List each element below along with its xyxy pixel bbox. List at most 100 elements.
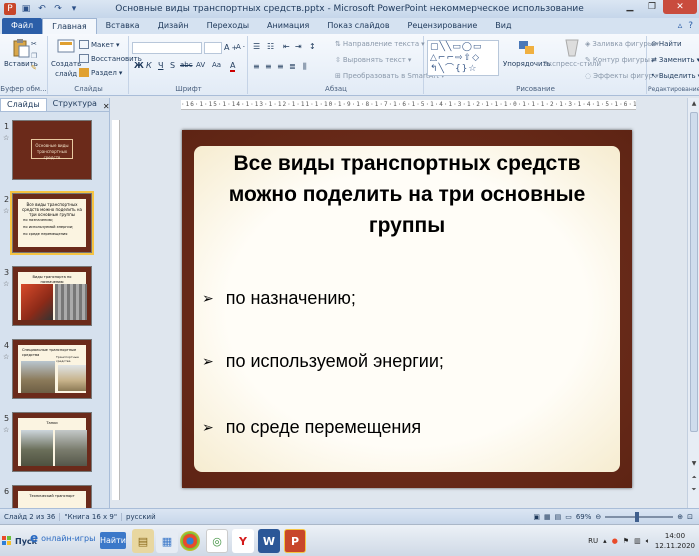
- maximize-button[interactable]: ❐: [641, 0, 663, 14]
- increase-indent-icon[interactable]: ⇥: [295, 42, 302, 51]
- text-direction-button[interactable]: ⇅ Направление текста ▾: [335, 40, 425, 48]
- language-indicator[interactable]: RU: [588, 537, 598, 545]
- align-text-button[interactable]: ⇳ Выровнять текст ▾: [335, 56, 411, 64]
- volume-icon[interactable]: 🔈︎: [646, 537, 650, 546]
- new-slide-button[interactable]: Создать слайд: [51, 38, 81, 78]
- scroll-down-icon[interactable]: ▼: [688, 460, 699, 467]
- columns-icon[interactable]: ⫼: [303, 62, 307, 72]
- close-panel-icon[interactable]: ✕: [103, 102, 114, 111]
- numbering-icon[interactable]: ☷: [267, 42, 274, 51]
- reading-view-icon[interactable]: ▤: [555, 513, 562, 521]
- slide-sorter-icon[interactable]: ▦: [544, 513, 551, 521]
- align-center-icon[interactable]: ≡: [265, 62, 272, 71]
- align-left-icon[interactable]: ≡: [253, 62, 260, 71]
- next-slide-icon[interactable]: ⏷: [688, 486, 699, 494]
- cut-icon[interactable]: ✂: [31, 40, 37, 48]
- zoom-in-icon[interactable]: ⊕: [677, 513, 683, 521]
- fit-slide-icon[interactable]: ⊡: [687, 513, 693, 521]
- scroll-up-icon[interactable]: ▲: [688, 100, 699, 107]
- green-app-icon[interactable]: ◎: [206, 529, 228, 553]
- zoom-slider-knob[interactable]: [635, 511, 640, 522]
- tray-expand-icon[interactable]: ▴: [603, 537, 607, 545]
- normal-view-icon[interactable]: ▣: [533, 513, 540, 521]
- align-right-icon[interactable]: ≡: [277, 62, 284, 71]
- select-button[interactable]: ↖Выделить▾: [651, 72, 699, 80]
- slideshow-icon[interactable]: ▭: [565, 513, 572, 521]
- slide-thumbnail-3[interactable]: Виды транспорта по назначению: [12, 266, 92, 326]
- replace-button[interactable]: ⇄ Заменить ▾: [651, 56, 699, 64]
- line-spacing-icon[interactable]: ↕: [309, 42, 316, 51]
- calculator-icon[interactable]: ▦: [156, 529, 178, 553]
- explorer-icon[interactable]: ▤: [132, 529, 154, 553]
- font-name-box[interactable]: [132, 42, 202, 54]
- shape-outline-button[interactable]: ✎ Контур фигуры ▾: [585, 56, 655, 64]
- network-icon[interactable]: ▥: [634, 537, 641, 545]
- redo-icon[interactable]: ↷: [52, 3, 64, 15]
- scrollbar-thumb[interactable]: [690, 112, 698, 432]
- zoom-slider[interactable]: [605, 511, 674, 522]
- shadow-button[interactable]: S: [170, 61, 175, 70]
- decrease-indent-icon[interactable]: ⇤: [283, 42, 290, 51]
- zoom-out-icon[interactable]: ⊖: [595, 513, 601, 521]
- undo-icon[interactable]: ↶: [36, 3, 48, 15]
- language-indicator[interactable]: русский: [122, 513, 160, 521]
- word-icon[interactable]: W: [258, 529, 280, 553]
- strikethrough-button[interactable]: abc: [180, 61, 193, 69]
- zoom-level[interactable]: 69%: [576, 513, 592, 521]
- search-box[interactable]: e онлайн-игры: [30, 531, 95, 545]
- tab-design[interactable]: Дизайн: [149, 18, 198, 34]
- vertical-scrollbar[interactable]: ▲ ▼ ⏶ ⏷: [687, 98, 699, 508]
- slide-bullet[interactable]: ➢ по используемой энергии;: [202, 351, 444, 372]
- minimize-button[interactable]: ▁: [619, 0, 641, 14]
- italic-button[interactable]: К: [146, 61, 152, 70]
- shrink-font-icon[interactable]: A-: [236, 43, 245, 51]
- chrome-icon[interactable]: [180, 531, 200, 551]
- slide-title[interactable]: Все виды транспортных средств можно поде…: [202, 148, 612, 241]
- char-spacing-button[interactable]: AV: [196, 61, 205, 69]
- underline-button[interactable]: Ч: [158, 61, 163, 70]
- bold-button[interactable]: Ж: [134, 61, 144, 70]
- justify-icon[interactable]: ≣: [289, 62, 296, 71]
- yandex-tray-icon[interactable]: ●: [612, 537, 618, 545]
- slide-thumbnail-5[interactable]: Танки: [12, 412, 92, 472]
- tab-view[interactable]: Вид: [486, 18, 520, 34]
- tab-transitions[interactable]: Переходы: [198, 18, 258, 34]
- tab-home[interactable]: Главная: [42, 18, 97, 34]
- flag-icon[interactable]: ⚑: [623, 537, 629, 545]
- change-case-button[interactable]: Aa: [212, 61, 221, 69]
- slide-thumbnail-6[interactable]: Технический транспорт: [12, 485, 92, 508]
- tab-slideshow[interactable]: Показ слайдов: [318, 18, 398, 34]
- slide-thumbnail-1[interactable]: Основные виды транспортных средств: [12, 120, 92, 180]
- font-color-button[interactable]: A: [230, 61, 236, 72]
- tab-review[interactable]: Рецензирование: [399, 18, 487, 34]
- shapes-gallery[interactable]: ▢╲╲▭◯▭ △⌐⌐⇨⇧◇ ↰╲⌒{}☆: [427, 40, 499, 76]
- tab-animation[interactable]: Анимация: [258, 18, 318, 34]
- slide-thumbnail-4[interactable]: Специальные транспортные средства Трансп…: [12, 339, 92, 399]
- slide-bullet[interactable]: ➢ по среде перемещения: [202, 417, 421, 438]
- customize-qat-icon[interactable]: ▾: [68, 3, 80, 15]
- tab-slides[interactable]: Слайды: [0, 98, 47, 111]
- find-button[interactable]: ⊚ Найти: [651, 40, 682, 48]
- collapse-ribbon-icon[interactable]: ▵: [678, 21, 683, 31]
- previous-slide-icon[interactable]: ⏶: [688, 474, 699, 482]
- save-icon[interactable]: ▣: [20, 3, 32, 15]
- yandex-browser-icon[interactable]: Y: [232, 529, 254, 553]
- format-painter-icon[interactable]: ✎: [31, 64, 37, 72]
- bullets-icon[interactable]: ☰: [253, 42, 260, 51]
- layout-button[interactable]: Макет ▾: [79, 40, 119, 49]
- slide-canvas[interactable]: Все виды транспортных средств можно поде…: [182, 130, 632, 488]
- tab-outline[interactable]: Структура: [47, 98, 103, 111]
- tab-insert[interactable]: Вставка: [97, 18, 149, 34]
- horizontal-ruler[interactable]: ·16·1·15·1·14·1·13·1·12·1·11·1·10·1·9·1·…: [181, 100, 636, 110]
- search-button[interactable]: Найти: [100, 532, 126, 549]
- vertical-ruler[interactable]: [112, 120, 120, 500]
- theme-name[interactable]: "Книга 16 x 9": [60, 512, 123, 521]
- copy-icon[interactable]: ❐: [31, 52, 37, 60]
- clock[interactable]: 14:00 12.11.2020: [655, 531, 695, 551]
- close-button[interactable]: ✕: [663, 0, 697, 14]
- powerpoint-icon[interactable]: P: [284, 529, 306, 553]
- section-button[interactable]: Раздел ▾: [79, 68, 122, 77]
- slide-bullet[interactable]: ➢ по назначению;: [202, 288, 356, 309]
- slide-thumbnail-2[interactable]: Все виды транспортных средств можно поде…: [10, 191, 94, 255]
- tab-file[interactable]: Файл: [2, 18, 43, 34]
